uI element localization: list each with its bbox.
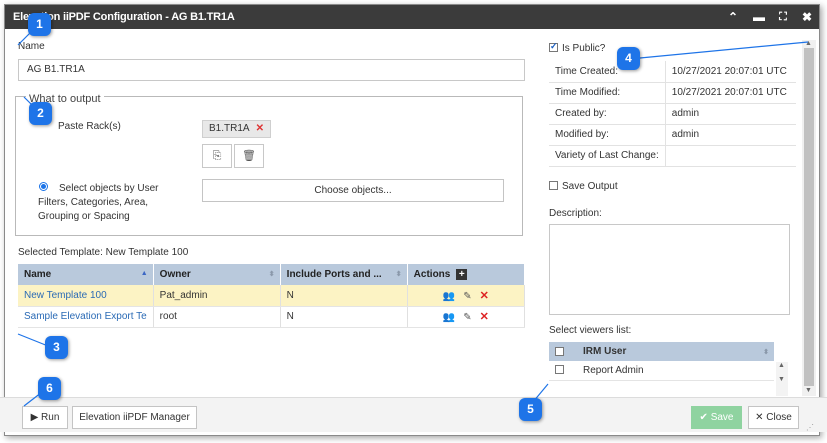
pencil-icon[interactable]: ✎ <box>463 291 471 302</box>
col-include-ports[interactable]: Include Ports and ... ⬍ <box>280 264 408 285</box>
viewers-label: Select viewers list: <box>549 325 632 336</box>
rack-chip[interactable]: B1.TR1A ✕ <box>202 120 271 138</box>
close-x-icon: ✕ <box>755 412 767 423</box>
template-owner: root <box>153 306 281 328</box>
info-row: Time Created: 10/27/2021 20:07:01 UTC <box>549 61 796 83</box>
play-icon: ▶ <box>30 412 42 423</box>
select-all-checkbox[interactable] <box>555 346 564 356</box>
add-template-icon[interactable]: + <box>456 268 468 280</box>
name-input[interactable]: AG B1.TR1A <box>18 59 525 81</box>
selected-template-label: Selected Template: New Template 100 <box>18 247 189 258</box>
name-label: Name <box>18 41 45 52</box>
template-name[interactable]: New Template 100 <box>18 285 154 307</box>
users-icon[interactable]: 👥 <box>443 312 455 323</box>
table-row[interactable]: Sample Elevation Export Te root N 👥 ✎ ✕ <box>18 306 526 328</box>
scrollbar-thumb[interactable] <box>804 48 814 386</box>
check-icon: ✔ <box>699 412 711 423</box>
close-icon[interactable]: ✖ <box>799 9 815 25</box>
row-actions: 👥 ✎ ✕ <box>407 306 526 328</box>
sort-icon: ⬍ <box>763 349 769 356</box>
callout-1: 1 <box>28 13 51 36</box>
pencil-icon[interactable]: ✎ <box>463 312 471 323</box>
save-output-label: Save Output <box>562 181 618 192</box>
info-row: Created by: admin <box>549 103 796 125</box>
callout-3: 3 <box>45 336 68 359</box>
save-output-checkbox[interactable] <box>549 181 558 190</box>
viewer-checkbox[interactable] <box>555 365 564 375</box>
minimize-icon[interactable]: ▬ <box>751 9 767 25</box>
callout-5: 5 <box>519 398 542 421</box>
callout-2: 2 <box>29 102 52 125</box>
col-actions: Actions + <box>407 264 526 285</box>
info-row: Time Modified: 10/27/2021 20:07:01 UTC <box>549 82 796 104</box>
delete-button[interactable]: 🗑 <box>234 144 264 168</box>
close-button[interactable]: ✕ Close <box>748 406 799 429</box>
chip-remove-icon[interactable]: ✕ <box>256 123 264 134</box>
col-irm-user[interactable]: IRM User ⬍ <box>577 342 774 361</box>
table-row[interactable]: New Template 100 Pat_admin N 👥 ✎ ✕ <box>18 285 526 307</box>
callout-6: 6 <box>38 377 61 400</box>
expand-icon[interactable]: ⛶ <box>775 9 791 25</box>
col-owner[interactable]: Owner ⬍ <box>153 264 281 285</box>
description-label: Description: <box>549 208 602 219</box>
elevation-manager-button[interactable]: Elevation iiPDF Manager <box>72 406 197 429</box>
users-icon[interactable]: 👥 <box>443 291 455 302</box>
title-bar[interactable]: Elevation iiPDF Configuration - AG B1.TR… <box>5 5 819 29</box>
run-button[interactable]: ▶ Run <box>22 406 68 429</box>
is-public-checkbox[interactable] <box>549 41 558 52</box>
rack-chip-label: B1.TR1A <box>209 123 250 134</box>
viewers-table: IRM User ⬍ Report Admin <box>549 342 774 381</box>
template-owner: Pat_admin <box>153 285 281 307</box>
scroll-up-icon[interactable]: ▲ <box>778 362 785 369</box>
template-include: N <box>280 285 408 307</box>
delete-x-icon[interactable]: ✕ <box>480 311 489 323</box>
row-actions: 👥 ✎ ✕ <box>407 285 526 307</box>
template-include: N <box>280 306 408 328</box>
choose-objects-button[interactable]: Choose objects... <box>202 179 504 202</box>
is-public-label: Is Public? <box>562 43 606 54</box>
sort-icon: ⬍ <box>268 271 275 278</box>
sort-asc-icon: ▲ <box>140 270 148 277</box>
paste-rack-label: Paste Rack(s) <box>58 121 121 132</box>
sort-icon: ⬍ <box>395 271 402 278</box>
col-name[interactable]: Name ▲ <box>18 264 154 285</box>
paste-button[interactable]: ⎘ <box>202 144 232 168</box>
panel-scrollbar[interactable]: ▲ ▼ <box>802 40 816 396</box>
scroll-up-icon[interactable]: ▲ <box>805 40 812 47</box>
info-row: Variety of Last Change: <box>549 145 796 167</box>
paste-icon: ⎘ <box>212 150 222 162</box>
viewer-name: Report Admin <box>577 361 774 381</box>
scroll-down-icon[interactable]: ▼ <box>805 387 812 394</box>
scroll-down-icon[interactable]: ▼ <box>778 376 785 383</box>
save-button[interactable]: ✔ Save <box>691 406 742 429</box>
trash-icon: 🗑 <box>242 150 256 162</box>
callout-4: 4 <box>617 47 640 70</box>
templates-table: Name ▲ Owner ⬍ Include Ports and ... ⬍ Acti… <box>18 264 526 328</box>
delete-x-icon[interactable]: ✕ <box>480 290 489 302</box>
info-table: Time Created: 10/27/2021 20:07:01 UTC Tim… <box>549 61 796 167</box>
viewers-scrollbar[interactable]: ▲ ▼ <box>776 362 788 396</box>
resize-grip-icon[interactable]: ⋰ <box>806 423 814 432</box>
template-name[interactable]: Sample Elevation Export Te <box>18 306 154 328</box>
list-item[interactable]: Report Admin <box>549 361 774 381</box>
info-row: Modified by: admin <box>549 124 796 146</box>
chevron-up-icon[interactable]: ⌃ <box>725 9 741 25</box>
description-textarea[interactable] <box>549 224 790 315</box>
select-objects-label: Select objects by User Filters, Categori… <box>38 183 159 222</box>
